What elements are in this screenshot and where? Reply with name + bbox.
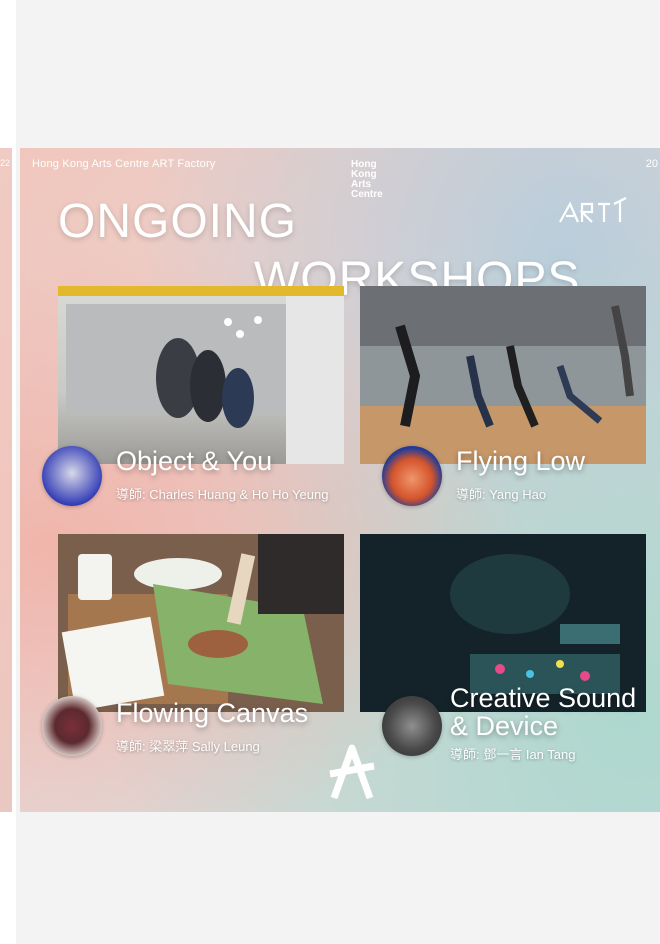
workshop-photo-flowing-canvas	[58, 534, 344, 712]
workshop-tutor-object-and-you: 導師: Charles Huang & Ho Ho Yeung	[116, 487, 329, 502]
previous-slide-peek[interactable]: 22	[0, 148, 12, 812]
tutor-avatar-charles-huang	[42, 446, 102, 506]
tutor-avatar-yang-hao	[382, 446, 442, 506]
a-logo-icon	[329, 744, 375, 800]
workshop-photo-object-and-you	[58, 286, 344, 464]
workshop-title-flying-low: Flying Low	[456, 446, 586, 476]
org-line: Hong Kong Arts Centre ART Factory	[32, 158, 216, 170]
workshop-title-flowing-canvas: Flowing Canvas	[116, 698, 309, 728]
workshop-tutor-creative-sound: 導師: 鄧一言 Ian Tang	[450, 747, 576, 762]
workshop-photo-flying-low	[360, 286, 646, 464]
workshop-tutor-flying-low: 導師: Yang Hao	[456, 487, 547, 502]
hong-kong-arts-centre-logo-icon: Hong Kong Arts Centre	[351, 159, 383, 200]
previous-slide-number: 22	[0, 158, 11, 168]
workshop-title-creative-sound: Creative Sound & Device	[450, 683, 637, 741]
juggling-scene-illustration	[58, 286, 344, 464]
art-factory-logo-icon	[559, 197, 627, 223]
painting-scene-illustration	[58, 534, 344, 712]
workshops-poster: Hong Kong Arts Centre ART Factory 20 Hon…	[20, 148, 660, 812]
workshop-title-object-and-you: Object & You	[116, 446, 273, 476]
tutor-avatar-sally-leung	[42, 696, 102, 756]
dance-studio-illustration	[360, 286, 646, 464]
heading-ongoing: ONGOING	[58, 195, 298, 248]
workshop-tutor-flowing-canvas: 導師: 梁翠萍 Sally Leung	[116, 739, 260, 754]
corner-number: 20	[645, 158, 658, 170]
tutor-avatar-ian-tang	[382, 696, 442, 756]
